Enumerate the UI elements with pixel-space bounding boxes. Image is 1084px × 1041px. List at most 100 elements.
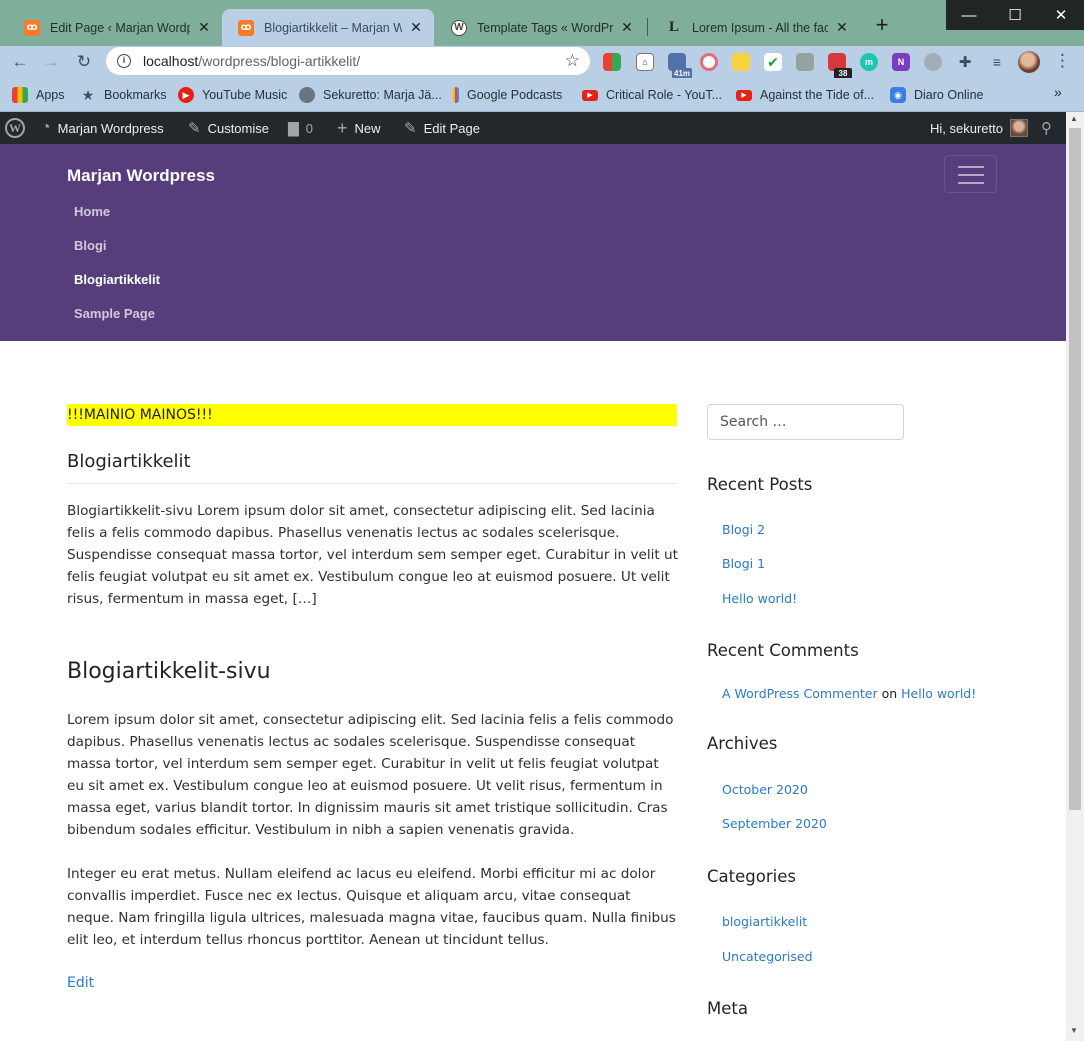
- browser-tab-edit-page[interactable]: ꝏ Edit Page ‹ Marjan Wordpres ✕: [8, 9, 222, 46]
- minimize-button[interactable]: —: [946, 0, 992, 30]
- adminbar-new[interactable]: + New: [337, 112, 381, 144]
- new-tab-button[interactable]: +: [872, 14, 892, 38]
- tab-separator: [647, 18, 648, 36]
- tab-close-icon[interactable]: ✕: [619, 19, 635, 36]
- url-text[interactable]: localhost/wordpress/blogi-artikkelit/: [143, 53, 565, 69]
- adminbar-edit-page[interactable]: ✎ Edit Page: [404, 112, 480, 144]
- forward-button[interactable]: →: [39, 50, 63, 74]
- chrome-menu-icon[interactable]: ⋮: [1054, 50, 1071, 72]
- extension-drive-icon[interactable]: [796, 53, 814, 71]
- edit-link[interactable]: Edit: [67, 975, 94, 991]
- archive-link[interactable]: September 2020: [722, 816, 827, 831]
- nav-item-blogi[interactable]: Blogi: [74, 238, 107, 253]
- reload-button[interactable]: ↻: [72, 50, 96, 74]
- browser-tab-lorem-ipsum[interactable]: L Lorem Ipsum - All the facts ✕: [650, 9, 860, 46]
- extension-screen-icon[interactable]: [732, 53, 750, 71]
- comment-post-link[interactable]: Hello world!: [901, 686, 976, 701]
- site-info-icon[interactable]: i: [117, 54, 131, 68]
- adminbar-customise[interactable]: ✎ Customise: [188, 112, 269, 144]
- tab-title: Blogiartikkelit – Marjan Wor: [264, 20, 402, 35]
- globe-icon: [299, 87, 315, 103]
- adminbar-site-label: Marjan Wordpress: [57, 120, 164, 136]
- tab-title: Edit Page ‹ Marjan Wordpres: [50, 20, 190, 35]
- comment-author-link[interactable]: A WordPress Commenter: [722, 686, 878, 701]
- adminbar-search[interactable]: ⚲: [1041, 112, 1052, 144]
- hamburger-line: [958, 174, 984, 176]
- nav-item-sample-page[interactable]: Sample Page: [74, 306, 155, 321]
- bookmark-label: Against the Tide of...: [760, 88, 874, 102]
- bookmark-label: YouTube Music: [202, 88, 288, 102]
- excerpt-title[interactable]: Blogiartikkelit: [67, 451, 191, 472]
- recent-comment-item: A WordPress Commenter on Hello world!: [722, 686, 976, 701]
- youtube-icon: ▶: [736, 89, 752, 101]
- bookmark-bookmarks[interactable]: ★ Bookmarks: [80, 86, 167, 104]
- extension-todo-icon[interactable]: 38: [828, 53, 852, 79]
- maximize-button[interactable]: ☐: [992, 0, 1038, 30]
- browser-tab-blogiartikkelit[interactable]: ꝏ Blogiartikkelit – Marjan Wor ✕: [222, 9, 434, 46]
- bookmark-against-the-tide[interactable]: ▶ Against the Tide of...: [736, 86, 874, 104]
- nav-item-home[interactable]: Home: [74, 204, 110, 219]
- address-bar[interactable]: i localhost/wordpress/blogi-artikkelit/ …: [106, 47, 590, 75]
- bookmark-google-podcasts[interactable]: Google Podcasts: [453, 86, 562, 104]
- bookmark-label: Apps: [36, 88, 65, 102]
- adminbar-edit-label: Edit Page: [423, 120, 480, 136]
- url-host: localhost: [143, 53, 199, 69]
- widget-title-categories: Categories: [707, 867, 796, 886]
- reload-icon: ↻: [76, 52, 92, 71]
- tab-close-icon[interactable]: ✕: [196, 19, 212, 36]
- media-control-icon[interactable]: ≡: [988, 53, 1006, 71]
- recent-post-link[interactable]: Blogi 2: [722, 522, 765, 537]
- onenote-icon[interactable]: N: [892, 53, 910, 71]
- browser-tabstrip: ꝏ Edit Page ‹ Marjan Wordpres ✕ ꝏ Blogia…: [0, 0, 1084, 46]
- extension-pin-icon[interactable]: ⌂: [636, 53, 654, 71]
- scroll-up-icon[interactable]: ▲: [1070, 114, 1078, 123]
- adminbar-new-label: New: [354, 120, 381, 136]
- pencil-icon: ✎: [404, 120, 417, 137]
- nav-item-blogiartikkelit[interactable]: Blogiartikkelit: [74, 272, 160, 287]
- navbar-toggler-button[interactable]: [944, 155, 997, 193]
- archive-link[interactable]: October 2020: [722, 782, 808, 797]
- tab-title: Lorem Ipsum - All the facts: [692, 20, 828, 35]
- lipsum-favicon-icon: L: [668, 19, 679, 35]
- extension-check-icon[interactable]: ✔: [764, 53, 782, 71]
- browser-tab-template-tags[interactable]: W Template Tags « WordPress ✕: [435, 9, 645, 46]
- recent-post-link[interactable]: Blogi 1: [722, 556, 765, 571]
- adminbar-comments[interactable]: ▇ 0: [288, 112, 313, 144]
- tab-close-icon[interactable]: ✕: [834, 19, 850, 36]
- close-window-button[interactable]: ✕: [1038, 0, 1084, 30]
- extension-circle-icon[interactable]: [700, 53, 718, 71]
- bookmark-diaro[interactable]: ◉ Diaro Online: [890, 86, 983, 104]
- extension-grid-icon[interactable]: [603, 53, 621, 71]
- back-button[interactable]: ←: [8, 50, 32, 74]
- wordpress-logo-icon: W: [5, 118, 25, 138]
- category-link[interactable]: Uncategorised: [722, 949, 813, 964]
- bookmark-label: Critical Role - YouT...: [606, 88, 723, 102]
- page-scrollbar[interactable]: ▲ ▼: [1066, 112, 1084, 1041]
- bookmark-sekuretto[interactable]: Sekuretto: Marja Jä...: [299, 86, 442, 104]
- bookmark-youtube-music[interactable]: ▶ YouTube Music: [178, 86, 287, 104]
- comment-on-text: on: [881, 686, 898, 701]
- adminbar-my-account[interactable]: Hi, sekuretto: [930, 112, 1028, 144]
- extension-gear-icon[interactable]: [924, 53, 942, 71]
- bookmark-apps[interactable]: Apps: [12, 86, 65, 104]
- extension-timer-icon[interactable]: 41m: [668, 53, 693, 79]
- google-podcasts-icon: [453, 87, 459, 103]
- profile-avatar[interactable]: [1018, 51, 1040, 73]
- scroll-down-icon[interactable]: ▼: [1070, 1026, 1078, 1035]
- arrow-right-icon: →: [42, 52, 60, 71]
- hamburger-line: [958, 166, 984, 168]
- bookmark-star-icon[interactable]: ☆: [565, 51, 580, 71]
- extension-m-icon[interactable]: m: [860, 53, 878, 71]
- search-input[interactable]: Search …: [707, 404, 904, 440]
- category-link[interactable]: blogiartikkelit: [722, 914, 807, 929]
- wp-logo-menu[interactable]: W: [5, 112, 32, 144]
- tab-close-icon[interactable]: ✕: [408, 19, 424, 36]
- bookmark-critical-role[interactable]: ▶ Critical Role - YouT...: [582, 86, 722, 104]
- adminbar-site-name[interactable]: ◔ Marjan Wordpress: [41, 112, 164, 144]
- recent-post-link[interactable]: Hello world!: [722, 591, 797, 606]
- page-content: !!!MAINIO MAINOS!!! Blogiartikkelit Blog…: [0, 341, 1066, 1041]
- extensions-puzzle-icon[interactable]: ✚: [956, 53, 974, 71]
- scrollbar-thumb[interactable]: [1069, 128, 1081, 810]
- bookmarks-more-button[interactable]: »: [1054, 84, 1062, 100]
- site-brand[interactable]: Marjan Wordpress: [67, 166, 215, 186]
